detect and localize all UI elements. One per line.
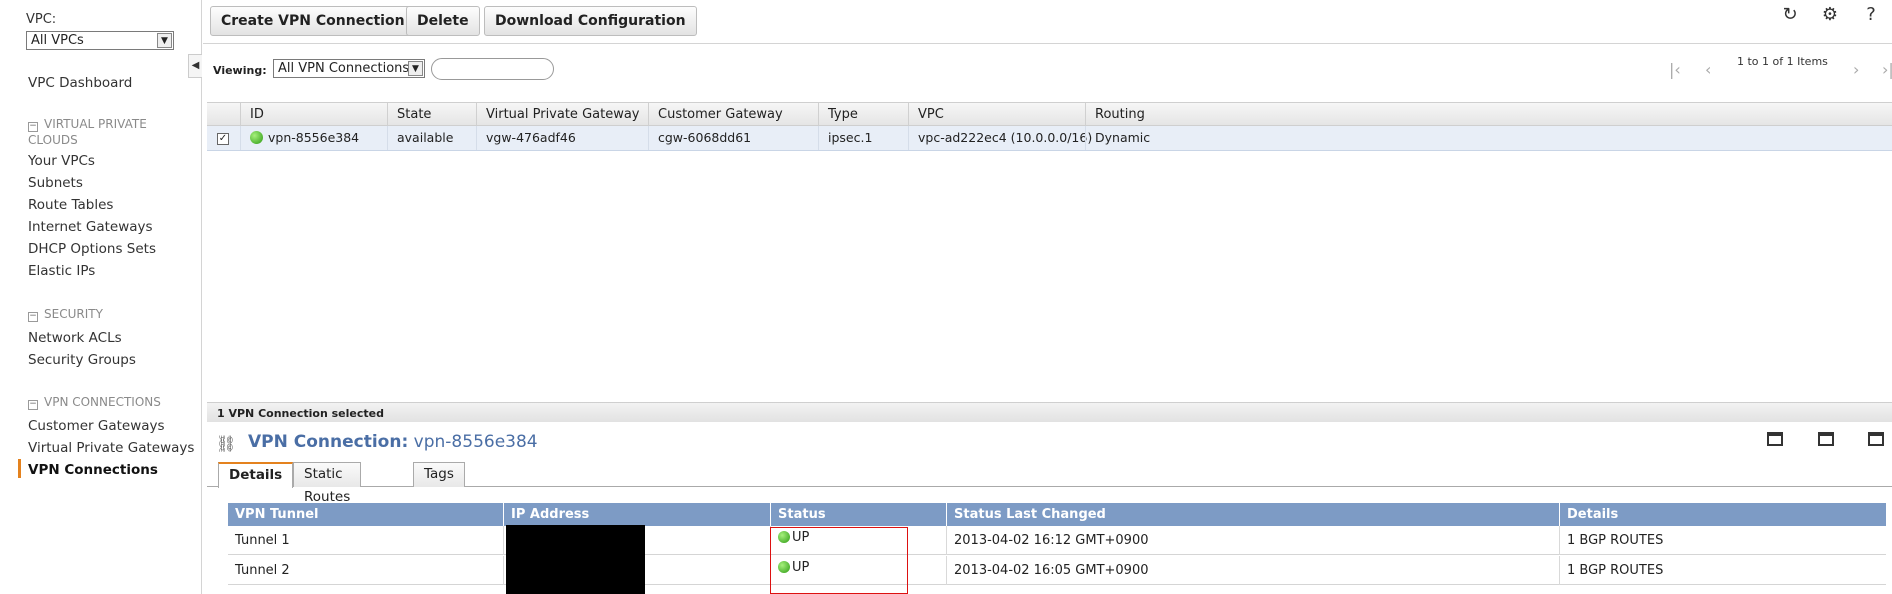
- create-vpn-connection-button[interactable]: Create VPN Connection: [210, 6, 416, 36]
- col-vpc[interactable]: VPC: [908, 103, 944, 125]
- sidebar-section-vpn[interactable]: − VPN CONNECTIONS: [28, 394, 178, 410]
- half-panel-icon[interactable]: [1818, 432, 1834, 446]
- cell-routing: Dynamic: [1085, 126, 1150, 150]
- sidebar-item-security-groups[interactable]: Security Groups: [28, 352, 136, 368]
- viewing-filter-select[interactable]: All VPN Connections ▼: [273, 59, 425, 78]
- col-ip-address: IP Address: [504, 503, 771, 526]
- sidebar-item-customer-gateways[interactable]: Customer Gateways: [28, 418, 165, 434]
- table-header: ID State Virtual Private Gateway Custome…: [207, 102, 1892, 126]
- col-vpn-tunnel: VPN Tunnel: [228, 503, 504, 526]
- minimize-panel-icon[interactable]: [1767, 432, 1783, 446]
- sidebar: VPC: All VPCs ▼ VPC Dashboard − VIRTUAL P…: [0, 0, 202, 594]
- cell-id: vpn-8556e384: [240, 126, 359, 150]
- first-page-icon[interactable]: |‹: [1669, 60, 1681, 79]
- row-checkbox[interactable]: ✓: [207, 126, 240, 150]
- cell-tunnel-name: Tunnel 2: [228, 556, 504, 585]
- vpc-filter-select[interactable]: All VPCs ▼: [26, 31, 174, 50]
- tab-details[interactable]: Details: [218, 462, 294, 488]
- cell-type: ipsec.1: [818, 126, 872, 150]
- viewing-filter-value: All VPN Connections: [278, 61, 410, 76]
- redacted-ip-block: [506, 525, 645, 594]
- checkbox-checked-icon: ✓: [217, 132, 229, 145]
- active-indicator: [18, 459, 21, 478]
- sidebar-item-network-acls[interactable]: Network ACLs: [28, 330, 122, 346]
- chevron-down-icon: ▼: [408, 61, 423, 76]
- last-page-icon[interactable]: ›|: [1882, 60, 1892, 79]
- col-details: Details: [1560, 503, 1886, 526]
- maximize-panel-icon[interactable]: [1868, 432, 1884, 446]
- col-status-last-changed: Status Last Changed: [947, 503, 1560, 526]
- gear-icon[interactable]: ⚙: [1819, 4, 1841, 26]
- tab-static-routes[interactable]: Static Routes: [293, 462, 362, 505]
- sidebar-section-vpc[interactable]: − VIRTUAL PRIVATE CLOUDS: [28, 116, 178, 148]
- cell-vpc: vpc-ad222ec4 (10.0.0.0/16): [908, 126, 1092, 150]
- selection-status-bar[interactable]: 1 VPN Connection selected: [207, 402, 1892, 422]
- viewing-label: Viewing:: [213, 64, 267, 77]
- collapse-icon: −: [28, 121, 38, 132]
- detail-title-id: vpn-8556e384: [413, 432, 538, 452]
- col-type[interactable]: Type: [818, 103, 858, 125]
- col-state[interactable]: State: [387, 103, 431, 125]
- sidebar-item-internet-gateways[interactable]: Internet Gateways: [28, 219, 153, 235]
- status-ok-icon: [250, 131, 263, 144]
- cell-state: available: [387, 126, 453, 150]
- col-vgw[interactable]: Virtual Private Gateway: [476, 103, 640, 125]
- delete-button[interactable]: Delete: [406, 6, 480, 36]
- download-configuration-button[interactable]: Download Configuration: [484, 6, 697, 36]
- status-highlight-box: [770, 527, 908, 594]
- col-routing[interactable]: Routing: [1085, 103, 1145, 125]
- vpc-filter-label: VPC:: [26, 12, 57, 27]
- sidebar-item-dhcp-options[interactable]: DHCP Options Sets: [28, 241, 156, 257]
- search-input[interactable]: [431, 58, 554, 80]
- collapse-icon: −: [28, 311, 38, 322]
- prev-page-icon[interactable]: ‹: [1705, 60, 1711, 79]
- col-cgw[interactable]: Customer Gateway: [648, 103, 783, 125]
- sidebar-item-vpn-connections[interactable]: VPN Connections: [28, 462, 158, 478]
- col-status: Status: [771, 503, 947, 526]
- cell-vgw: vgw-476adf46: [476, 126, 576, 150]
- select-all-header: [207, 103, 240, 125]
- cell-cgw: cgw-6068dd61: [648, 126, 751, 150]
- tab-tags[interactable]: Tags: [413, 462, 465, 487]
- vpn-connections-table: ID State Virtual Private Gateway Custome…: [207, 102, 1892, 151]
- vpc-filter-value: All VPCs: [31, 33, 84, 48]
- sidebar-item-subnets[interactable]: Subnets: [28, 175, 83, 191]
- table-row: Tunnel 2 UP 2013-04-02 16:05 GMT+0900 1 …: [228, 556, 1886, 585]
- cell-details: 1 BGP ROUTES: [1567, 563, 1664, 578]
- cell-status-changed: 2013-04-02 16:05 GMT+0900: [947, 556, 1560, 585]
- pager-text: 1 to 1 of 1 Items: [1737, 55, 1828, 68]
- cell-details: 1 BGP ROUTES: [1567, 533, 1664, 548]
- sidebar-item-elastic-ips[interactable]: Elastic IPs: [28, 263, 95, 279]
- next-page-icon[interactable]: ›: [1853, 60, 1859, 79]
- table-row[interactable]: ✓ vpn-8556e384 available vgw-476adf46 cg…: [207, 126, 1892, 151]
- toolbar: Create VPN Connection Delete Download Co…: [203, 0, 1892, 44]
- detail-title: VPN Connection: vpn-8556e384: [248, 432, 538, 452]
- vpn-connection-icon: ⛓: [216, 434, 237, 453]
- sidebar-item-your-vpcs[interactable]: Your VPCs: [28, 153, 95, 169]
- sidebar-item-virtual-private-gateways[interactable]: Virtual Private Gateways: [28, 440, 194, 456]
- cell-status-changed: 2013-04-02 16:12 GMT+0900: [947, 526, 1560, 555]
- sidebar-item-vpc-dashboard[interactable]: VPC Dashboard: [28, 75, 132, 91]
- refresh-icon[interactable]: ↻: [1779, 4, 1801, 26]
- collapse-sidebar-icon[interactable]: ◀: [188, 54, 202, 78]
- help-icon[interactable]: ?: [1860, 4, 1882, 26]
- view-bar: Viewing: All VPN Connections ▼ |‹ ‹ 1 to…: [203, 52, 1892, 86]
- collapse-icon: −: [28, 399, 38, 410]
- table-row: Tunnel 1 UP 2013-04-02 16:12 GMT+0900 1 …: [228, 526, 1886, 555]
- col-id[interactable]: ID: [240, 103, 264, 125]
- sidebar-item-route-tables[interactable]: Route Tables: [28, 197, 113, 213]
- detail-title-prefix: VPN Connection:: [248, 432, 409, 452]
- chevron-down-icon: ▼: [157, 33, 172, 48]
- cell-tunnel-name: Tunnel 1: [228, 526, 504, 555]
- sidebar-section-security[interactable]: − SECURITY: [28, 306, 178, 322]
